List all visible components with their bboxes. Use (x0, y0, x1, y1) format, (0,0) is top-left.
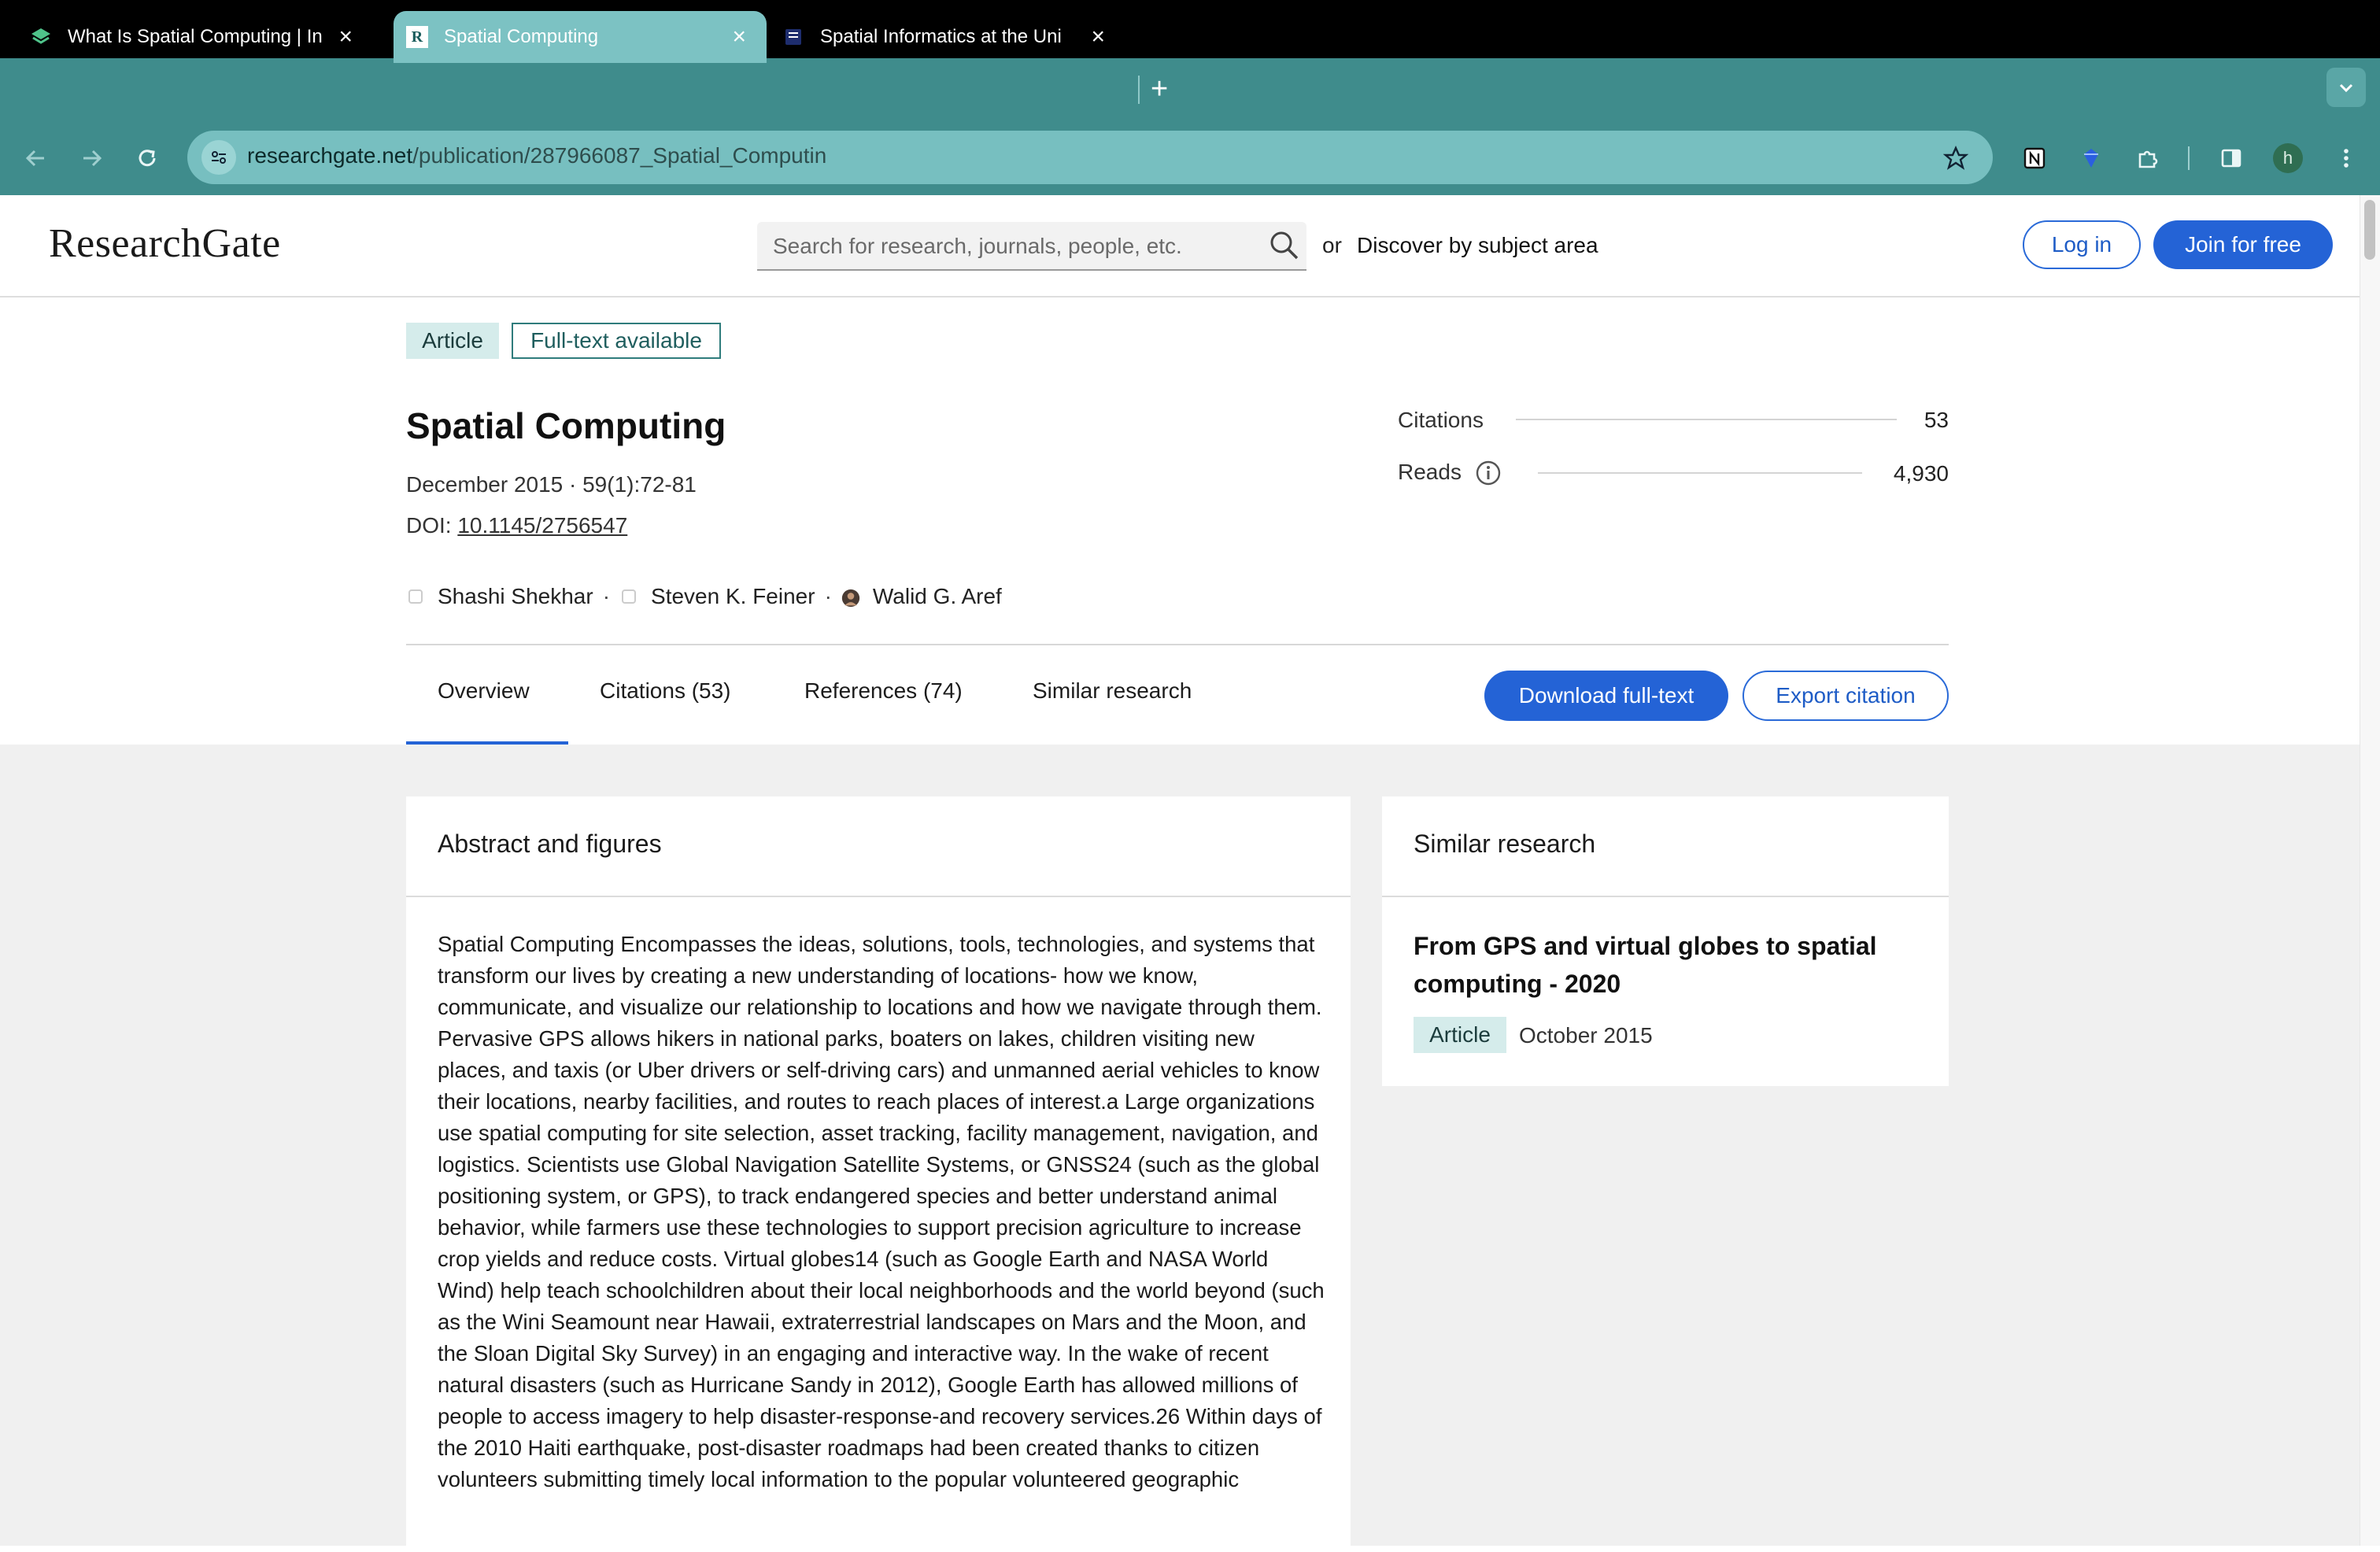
author-placeholder-icon (619, 587, 638, 606)
search-icon[interactable] (1267, 228, 1302, 263)
tab-separator (1138, 76, 1140, 104)
url-text[interactable]: researchgate.net/publication/287966087_S… (247, 143, 826, 168)
tab-citations[interactable]: Citations (53) (600, 678, 731, 704)
url-path: /publication/287966087_Spatial_Computin (412, 143, 827, 168)
browser-tab-1[interactable]: What Is Spatial Computing | In × (30, 11, 373, 63)
doi-link[interactable]: 10.1145/2756547 (457, 513, 627, 538)
profile-avatar[interactable]: h (2268, 139, 2308, 178)
similar-item-date: October 2015 (1519, 1023, 1653, 1048)
similar-item-title[interactable]: From GPS and virtual globes to spatial c… (1414, 927, 1917, 1003)
publication-date: December 2015 · 59(1):72-81 (406, 472, 697, 497)
login-button[interactable]: Log in (2023, 220, 2141, 269)
author-link[interactable]: Steven K. Feiner (651, 584, 815, 609)
puzzle-extensions-icon[interactable] (2128, 139, 2168, 178)
reload-icon (139, 150, 156, 167)
abstract-divider (406, 896, 1351, 897)
scrollbar-thumb[interactable] (2364, 200, 2375, 260)
avatar-initial: h (2273, 143, 2303, 173)
tab-strip (0, 58, 2380, 121)
layers-icon (30, 26, 52, 48)
reload-button[interactable] (128, 139, 167, 178)
similar-item-badge: Article (1414, 1017, 1506, 1053)
stat-line (1538, 472, 1862, 474)
tab-overview[interactable]: Overview (438, 678, 530, 704)
back-button[interactable] (16, 139, 55, 178)
doi-line: DOI: 10.1145/2756547 (406, 513, 627, 538)
researchgate-icon: R (406, 26, 428, 48)
or-text: or (1322, 233, 1342, 257)
reads-label: Reads (1398, 460, 1462, 484)
page-title: Spatial Computing (406, 405, 726, 446)
browser-tab-2[interactable]: R Spatial Computing × (394, 11, 767, 63)
author-separator: · (602, 584, 611, 608)
scrollbar[interactable] (2360, 195, 2380, 1546)
tab-title: Spatial Computing (444, 26, 599, 47)
author-placeholder-icon (406, 587, 425, 606)
stat-line (1516, 419, 1897, 420)
chevron-down-icon (2339, 83, 2353, 93)
book-icon (782, 26, 804, 48)
header-divider (406, 644, 1949, 645)
citations-count: 53 (1924, 408, 1949, 432)
author-link[interactable]: Shashi Shekhar (438, 584, 593, 609)
join-button[interactable]: Join for free (2153, 220, 2333, 269)
close-tab-icon[interactable]: × (1091, 25, 1105, 49)
tab-title: Spatial Informatics at the Uni (820, 26, 1062, 47)
citations-label: Citations (1398, 408, 1484, 432)
forward-button[interactable] (72, 139, 112, 178)
author-avatar (841, 587, 860, 608)
researchgate-logo[interactable]: ResearchGate (49, 220, 281, 267)
search-field[interactable] (757, 222, 1306, 271)
author-link[interactable]: Walid G. Aref (873, 584, 1002, 609)
bookmark-star-icon[interactable] (1936, 139, 1975, 178)
similar-divider (1382, 896, 1949, 897)
discover-subject-link[interactable]: Discover by subject area (1357, 233, 1598, 258)
reads-count: 4,930 (1893, 461, 1949, 486)
notion-extension-icon[interactable] (2015, 139, 2054, 178)
author-list: Shashi Shekhar · Steven K. Feiner · Wali… (406, 584, 1002, 609)
abstract-heading: Abstract and figures (438, 830, 662, 858)
more-menu-icon[interactable] (2326, 139, 2366, 178)
fulltext-badge: Full-text available (512, 323, 721, 359)
tab-references[interactable]: References (74) (804, 678, 963, 704)
search-input[interactable] (771, 230, 1247, 263)
close-tab-icon[interactable]: × (338, 25, 353, 49)
download-fulltext-button[interactable]: Download full-text (1484, 671, 1728, 721)
export-citation-button[interactable]: Export citation (1743, 671, 1949, 721)
info-icon[interactable] (1475, 460, 1502, 486)
site-info-icon[interactable] (201, 140, 236, 175)
abstract-text: Spatial Computing Encompasses the ideas,… (438, 932, 1325, 1491)
toolbar-separator (2188, 146, 2190, 170)
arrow-right-icon (83, 150, 102, 167)
new-tab-button[interactable]: + (1151, 72, 1168, 106)
article-badge: Article (406, 323, 499, 359)
doi-label: DOI: (406, 513, 452, 538)
arrow-left-icon (25, 150, 44, 167)
gem-extension-icon[interactable] (2071, 139, 2111, 178)
url-domain: researchgate.net (247, 143, 413, 168)
tab-search-button[interactable] (2326, 68, 2366, 107)
author-separator: · (824, 584, 832, 608)
tab-title: What Is Spatial Computing | In (68, 26, 323, 47)
similar-research-heading: Similar research (1414, 830, 1596, 858)
close-tab-icon[interactable]: × (732, 25, 746, 49)
browser-tab-3[interactable]: Spatial Informatics at the Uni × (782, 11, 1125, 63)
side-panel-icon[interactable] (2212, 139, 2251, 178)
tab-similar-research[interactable]: Similar research (1033, 678, 1192, 704)
